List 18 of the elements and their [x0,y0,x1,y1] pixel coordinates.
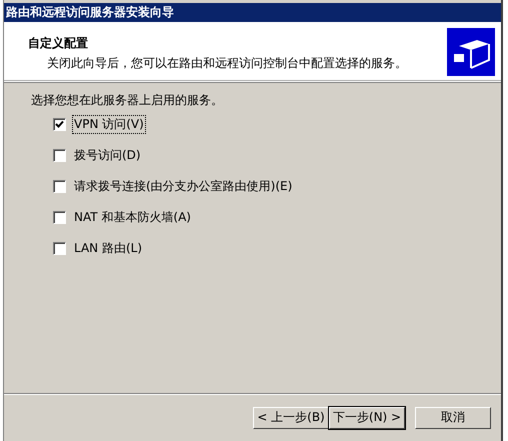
checkbox[interactable] [53,118,66,131]
option-label[interactable]: 请求拨号连接(由分支办公室路由使用)(E) [72,177,294,196]
wizard-button[interactable]: < 上一步(B) [253,406,329,428]
page-description: 关闭此向导后，您可以在路由和远程访问控制台中配置选择的服务。 [47,55,407,72]
wizard-button[interactable]: 下一步(N) > [329,406,405,428]
window-title: 路由和远程访问服务器安装向导 [6,4,174,21]
option-label[interactable]: NAT 和基本防火墙(A) [72,208,193,227]
checkbox[interactable] [53,211,66,224]
checkbox[interactable] [53,242,66,255]
checkbox[interactable] [53,180,66,193]
wizard-button[interactable]: 取消 [415,406,491,428]
checkbox[interactable] [53,149,66,162]
page-title: 自定义配置 [28,35,89,52]
prompt-text: 选择您想在此服务器上启用的服务。 [31,92,224,109]
network-device-icon [447,28,495,76]
option-label[interactable]: 拨号访问(D) [72,146,143,165]
option-label[interactable]: VPN 访问(V) [72,115,146,134]
option-label[interactable]: LAN 路由(L) [72,239,144,258]
